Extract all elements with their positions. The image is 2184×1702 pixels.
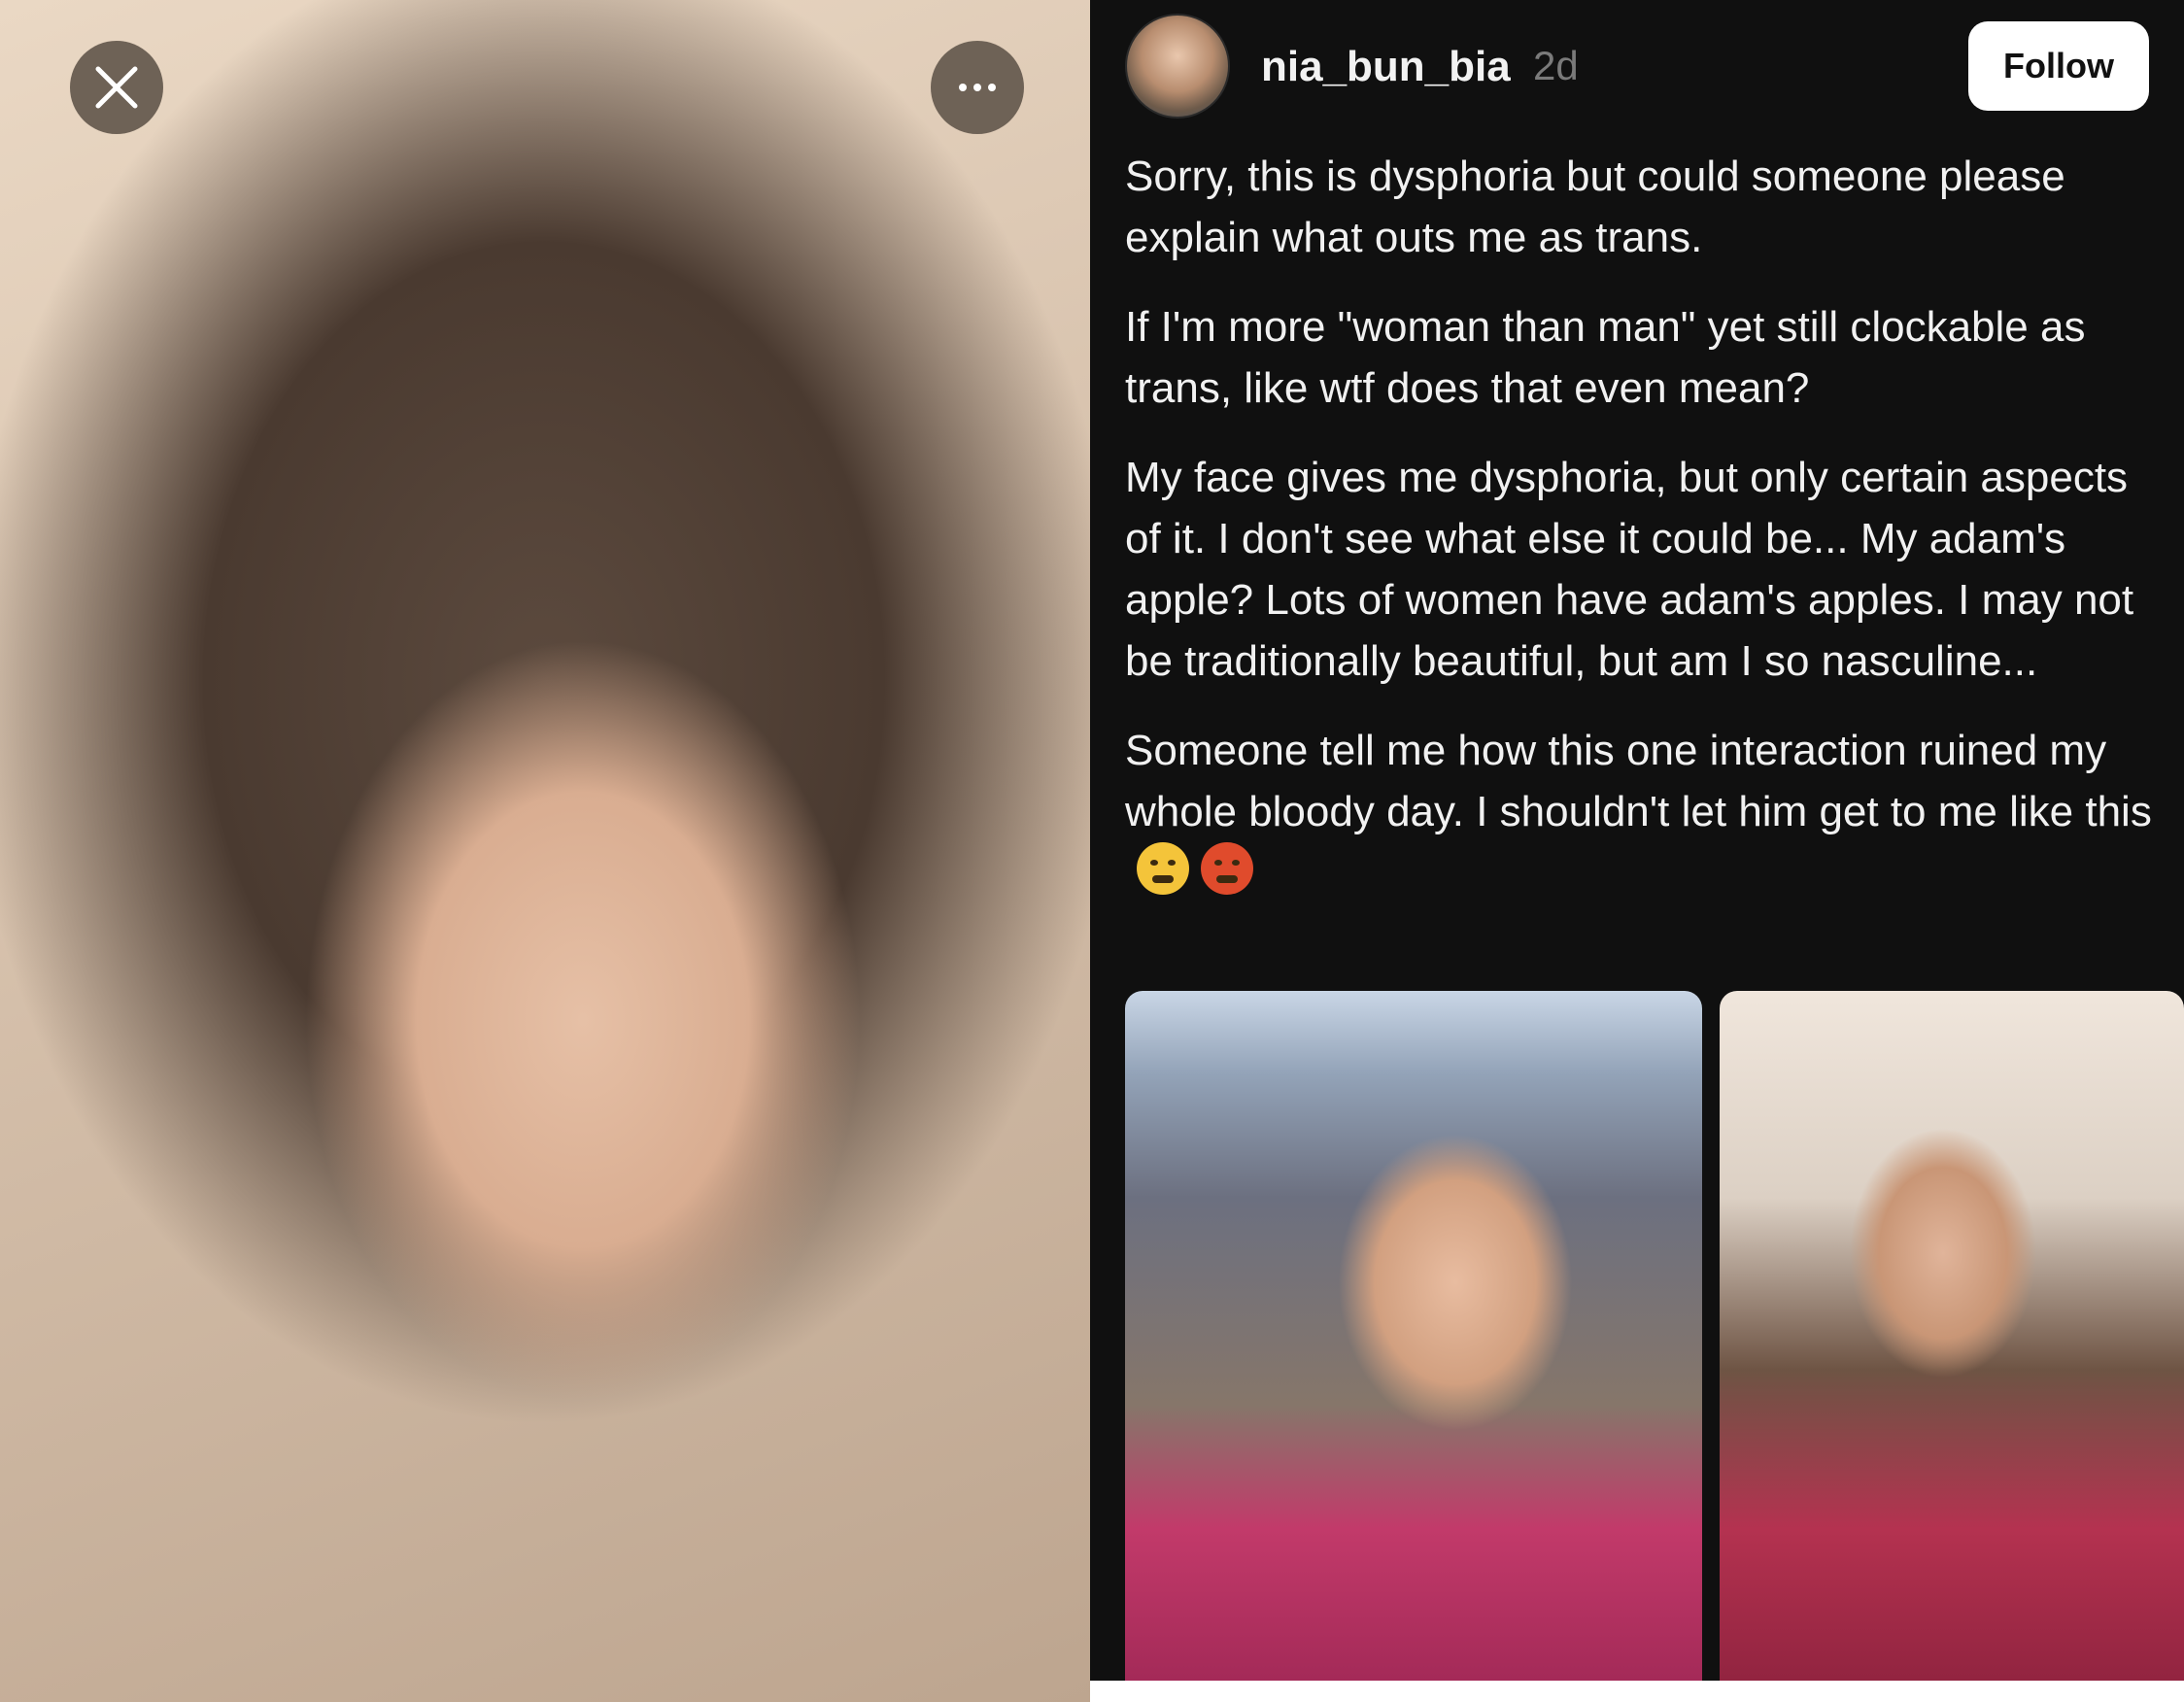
post-panel: nia_bun_bia 2d Follow Sorry, this is dys… — [1090, 0, 2184, 1681]
post-paragraph: My face gives me dysphoria, but only cer… — [1125, 454, 2134, 685]
post-image[interactable] — [1720, 991, 2184, 1681]
post-text: Sorry, this is dysphoria but could someo… — [1125, 146, 2155, 932]
post-timestamp: 2d — [1533, 43, 1579, 88]
divider — [1090, 1681, 2184, 1702]
close-icon — [95, 66, 138, 109]
face-with-symbols-on-mouth-emoji — [1201, 842, 1253, 895]
post-header: nia_bun_bia 2d Follow — [1125, 14, 2149, 122]
more-options-button[interactable] — [931, 41, 1024, 134]
post-image[interactable] — [1125, 991, 1702, 1681]
post-image-carousel[interactable] — [1125, 991, 2184, 1681]
follow-button[interactable]: Follow — [1968, 21, 2149, 111]
post-paragraph: If I'm more "woman than man" yet still c… — [1125, 303, 2086, 412]
post-paragraph-last: Someone tell me how this one interaction… — [1125, 720, 2155, 903]
more-options-icon — [959, 84, 996, 91]
photo-viewer[interactable] — [0, 0, 1090, 1702]
face-exhaling-emoji — [1137, 842, 1189, 895]
close-button[interactable] — [70, 41, 163, 134]
post-paragraph-text: Someone tell me how this one interaction… — [1125, 727, 2152, 835]
username[interactable]: nia_bun_bia — [1261, 43, 1511, 91]
selfie-photo — [0, 0, 1090, 1702]
avatar[interactable] — [1125, 14, 1230, 119]
post-paragraph: Sorry, this is dysphoria but could someo… — [1125, 153, 2065, 261]
